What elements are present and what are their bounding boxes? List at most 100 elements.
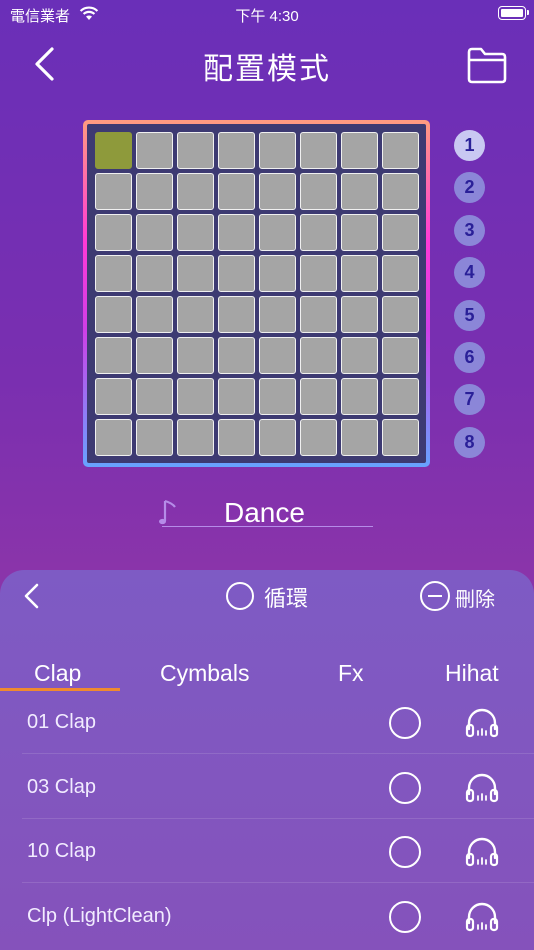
grid-pad[interactable] xyxy=(300,214,337,251)
grid-pad[interactable] xyxy=(218,255,255,292)
grid-pad[interactable] xyxy=(136,255,173,292)
grid-pad[interactable] xyxy=(95,419,132,456)
grid-pad[interactable] xyxy=(300,378,337,415)
grid-pad[interactable] xyxy=(95,337,132,374)
grid-pad[interactable] xyxy=(341,214,378,251)
grid-pad[interactable] xyxy=(341,255,378,292)
panel-back-button[interactable] xyxy=(22,583,42,609)
headphones-icon[interactable] xyxy=(464,770,500,804)
page-button-1[interactable]: 1 xyxy=(454,130,485,161)
page-button-6[interactable]: 6 xyxy=(454,341,485,373)
sound-list-item[interactable]: 01 Clap xyxy=(0,690,534,754)
headphones-icon[interactable] xyxy=(464,705,500,739)
grid-pad[interactable] xyxy=(218,419,255,456)
grid-pad[interactable] xyxy=(95,132,132,169)
grid-pad[interactable] xyxy=(218,132,255,169)
grid-pad[interactable] xyxy=(300,173,337,210)
minus-circle-icon xyxy=(420,581,450,611)
grid-pad[interactable] xyxy=(259,296,296,333)
grid-pad[interactable] xyxy=(177,296,214,333)
sound-name: Clp (LightClean) xyxy=(27,904,172,927)
grid-pad[interactable] xyxy=(218,296,255,333)
grid-pad[interactable] xyxy=(382,132,419,169)
grid-pad[interactable] xyxy=(300,337,337,374)
headphones-icon[interactable] xyxy=(464,834,500,868)
grid-pad[interactable] xyxy=(95,173,132,210)
grid-pad[interactable] xyxy=(300,132,337,169)
grid-pad[interactable] xyxy=(382,419,419,456)
grid-pad[interactable] xyxy=(136,378,173,415)
grid-pad[interactable] xyxy=(218,337,255,374)
page-selector: 1 2 3 4 5 6 7 8 xyxy=(454,130,486,469)
grid-pad[interactable] xyxy=(136,132,173,169)
tab-fx[interactable]: Fx xyxy=(338,660,364,687)
grid-pad[interactable] xyxy=(341,337,378,374)
headphones-icon[interactable] xyxy=(464,899,500,933)
grid-pad[interactable] xyxy=(341,378,378,415)
status-bar: 電信業者 下午 4:30 xyxy=(0,0,534,28)
grid-pad[interactable] xyxy=(218,214,255,251)
loop-label: 循環 xyxy=(264,586,309,611)
grid-pad[interactable] xyxy=(177,378,214,415)
grid-pad[interactable] xyxy=(259,419,296,456)
pad-grid xyxy=(87,124,426,463)
grid-pad[interactable] xyxy=(382,214,419,251)
grid-pad[interactable] xyxy=(177,173,214,210)
grid-pad[interactable] xyxy=(136,419,173,456)
page-button-3[interactable]: 3 xyxy=(454,214,485,246)
grid-pad[interactable] xyxy=(382,337,419,374)
tab-clap[interactable]: Clap xyxy=(34,660,81,687)
grid-pad[interactable] xyxy=(177,337,214,374)
folder-button[interactable] xyxy=(466,46,508,84)
delete-label: 刪除 xyxy=(455,589,495,611)
preset-name-value: Dance xyxy=(224,497,305,528)
select-radio-icon[interactable] xyxy=(389,771,421,804)
grid-pad[interactable] xyxy=(259,132,296,169)
select-radio-icon[interactable] xyxy=(389,900,421,933)
grid-pad[interactable] xyxy=(382,296,419,333)
grid-pad[interactable] xyxy=(95,296,132,333)
grid-pad[interactable] xyxy=(136,173,173,210)
grid-pad[interactable] xyxy=(95,378,132,415)
page-button-7[interactable]: 7 xyxy=(454,384,485,416)
grid-pad[interactable] xyxy=(136,296,173,333)
grid-pad[interactable] xyxy=(259,378,296,415)
tab-cymbals[interactable]: Cymbals xyxy=(160,660,249,687)
grid-pad[interactable] xyxy=(218,378,255,415)
page-button-4[interactable]: 4 xyxy=(454,257,485,289)
grid-pad[interactable] xyxy=(259,255,296,292)
sound-list-item[interactable]: 03 Clap xyxy=(0,755,534,819)
grid-pad[interactable] xyxy=(136,337,173,374)
grid-pad[interactable] xyxy=(259,337,296,374)
grid-pad[interactable] xyxy=(136,214,173,251)
select-radio-icon[interactable] xyxy=(389,836,421,868)
tab-hihat[interactable]: Hihat xyxy=(445,660,499,687)
grid-pad[interactable] xyxy=(259,214,296,251)
grid-pad[interactable] xyxy=(218,173,255,210)
preset-name-input[interactable]: Dance xyxy=(162,496,373,528)
grid-pad[interactable] xyxy=(382,378,419,415)
grid-pad[interactable] xyxy=(177,132,214,169)
grid-pad[interactable] xyxy=(300,255,337,292)
grid-pad[interactable] xyxy=(300,296,337,333)
grid-pad[interactable] xyxy=(341,419,378,456)
page-button-8[interactable]: 8 xyxy=(454,426,485,458)
grid-pad[interactable] xyxy=(95,214,132,251)
grid-pad[interactable] xyxy=(300,419,337,456)
grid-pad[interactable] xyxy=(177,214,214,251)
grid-pad[interactable] xyxy=(177,255,214,292)
grid-pad[interactable] xyxy=(382,255,419,292)
grid-pad[interactable] xyxy=(341,132,378,169)
page-button-2[interactable]: 2 xyxy=(454,172,485,204)
grid-pad[interactable] xyxy=(341,173,378,210)
grid-pad[interactable] xyxy=(177,419,214,456)
grid-pad[interactable] xyxy=(95,255,132,292)
sound-name: 03 Clap xyxy=(27,775,96,798)
sound-list-item[interactable]: Clp (LightClean) xyxy=(0,884,534,948)
grid-pad[interactable] xyxy=(341,296,378,333)
grid-pad[interactable] xyxy=(259,173,296,210)
page-button-5[interactable]: 5 xyxy=(454,299,485,331)
grid-pad[interactable] xyxy=(382,173,419,210)
sound-list-item[interactable]: 10 Clap xyxy=(0,819,534,883)
select-radio-icon[interactable] xyxy=(389,707,421,739)
